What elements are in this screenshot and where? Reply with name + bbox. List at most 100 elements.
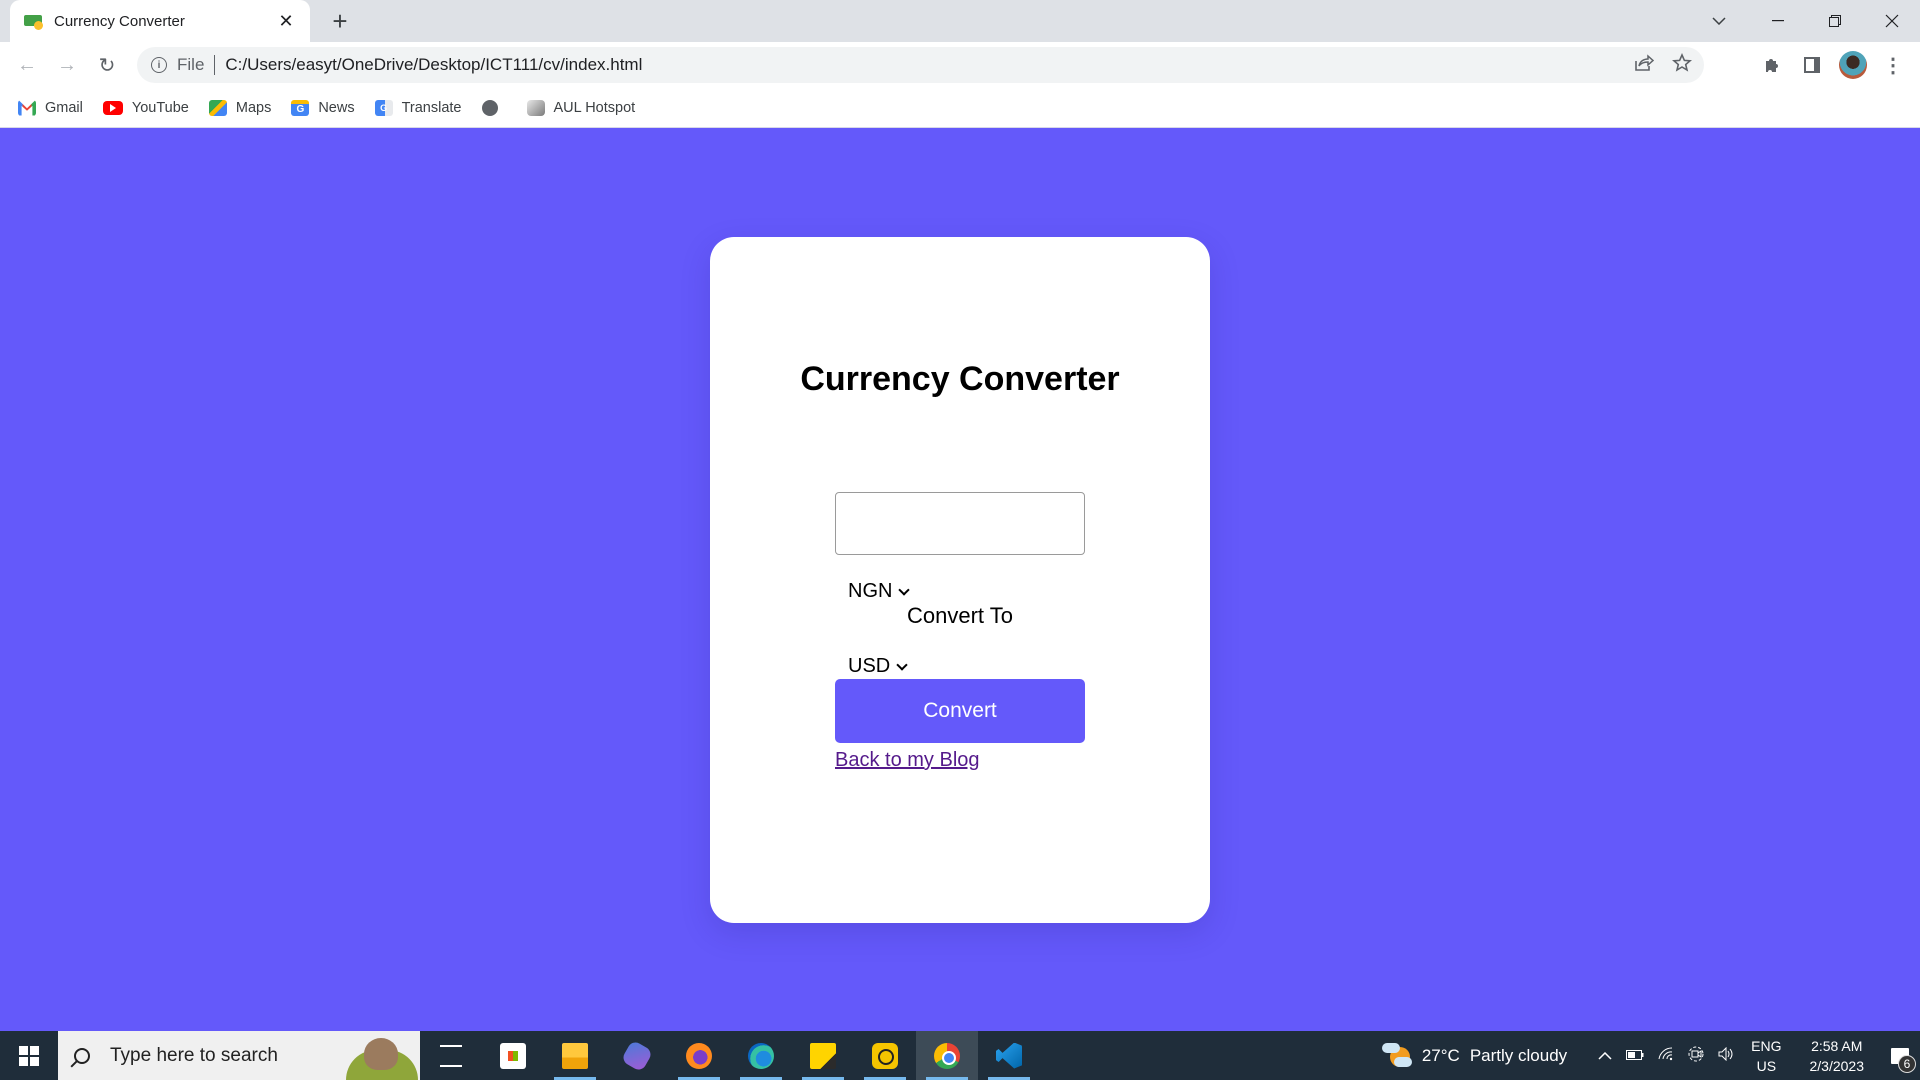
tab-title: Currency Converter	[54, 12, 185, 30]
weather-widget[interactable]: 27°C Partly cloudy	[1381, 1042, 1568, 1069]
youtube-icon	[102, 100, 123, 115]
bookmark-label: AUL Hotspot	[553, 99, 636, 116]
share-icon[interactable]	[1634, 53, 1655, 77]
hotspot-icon	[526, 99, 545, 116]
taskbar-ldplayer[interactable]	[854, 1031, 916, 1080]
taskbar-edge[interactable]	[730, 1031, 792, 1080]
clock-date: 2/3/2023	[1809, 1057, 1865, 1074]
wifi-icon[interactable]	[1658, 1046, 1674, 1065]
language-code: ENG	[1751, 1037, 1782, 1054]
bookmark-star-icon[interactable]	[1672, 52, 1692, 78]
chrome-icon	[934, 1042, 960, 1069]
search-highlight-mole-icon	[340, 1037, 420, 1080]
menu-kebab-icon[interactable]: ⋮	[1878, 50, 1908, 80]
taskbar-copilot[interactable]	[606, 1031, 668, 1080]
close-tab-icon[interactable]: ✕	[276, 11, 296, 32]
firefox-icon	[686, 1042, 712, 1069]
clock-time: 2:58 AM	[1811, 1037, 1863, 1054]
browser-toolbar: ← → ↻ i File C:/Users/easyt/OneDrive/Des…	[0, 42, 1920, 88]
profile-avatar[interactable]	[1838, 50, 1868, 80]
bookmark-label: News	[318, 99, 355, 116]
bookmarks-bar: Gmail YouTube Maps G News G Translate AU…	[0, 88, 1920, 128]
close-window-button[interactable]	[1863, 0, 1920, 42]
region-code: US	[1756, 1057, 1777, 1074]
page-title: Currency Converter	[800, 360, 1120, 398]
tab-currency-converter[interactable]: Currency Converter ✕	[10, 0, 310, 42]
tab-search-chevron-icon[interactable]	[1706, 8, 1732, 34]
address-bar[interactable]: i File C:/Users/easyt/OneDrive/Desktop/I…	[137, 47, 1704, 83]
notification-count-badge: 6	[1898, 1055, 1916, 1073]
search-icon	[74, 1047, 90, 1064]
taskbar-microsoft-store[interactable]	[482, 1031, 544, 1080]
input-language[interactable]: ENG US	[1751, 1036, 1781, 1076]
chevron-down-icon	[896, 658, 908, 671]
meet-now-camera-icon[interactable]	[1688, 1046, 1704, 1066]
side-panel-icon[interactable]	[1797, 50, 1827, 80]
battery-icon[interactable]	[1626, 1047, 1644, 1064]
maps-icon	[208, 99, 227, 116]
to-currency-select[interactable]: USD	[848, 655, 908, 678]
scheme-label: File	[177, 55, 205, 74]
url-text[interactable]: C:/Users/easyt/OneDrive/Desktop/ICT111/c…	[225, 55, 642, 75]
taskbar-vscode[interactable]	[978, 1031, 1040, 1080]
from-currency-value: NGN	[848, 580, 893, 602]
taskbar-search[interactable]: Type here to search	[58, 1031, 420, 1080]
convert-to-label: Convert To	[907, 603, 1013, 628]
windows-taskbar: Type here to search 27°C Partly cloudy E…	[0, 1031, 1920, 1080]
info-icon[interactable]: i	[151, 57, 167, 73]
taskbar-chrome[interactable]	[916, 1031, 978, 1080]
news-icon: G	[291, 99, 310, 116]
back-button[interactable]: ←	[12, 50, 42, 80]
bookmark-label: Maps	[235, 99, 272, 116]
copilot-icon	[620, 1039, 654, 1072]
to-currency-value: USD	[848, 655, 891, 677]
store-icon	[500, 1042, 526, 1069]
bookmark-aul-hotspot[interactable]: AUL Hotspot	[526, 99, 636, 116]
folder-icon	[562, 1042, 588, 1069]
new-tab-button[interactable]: +	[325, 6, 355, 36]
bookmark-label: Gmail	[45, 99, 83, 116]
taskbar-sticky-notes[interactable]	[792, 1031, 854, 1080]
bookmark-gmail[interactable]: Gmail	[18, 99, 83, 116]
start-button[interactable]	[0, 1031, 58, 1080]
gmail-icon	[18, 99, 36, 116]
weather-condition: Partly cloudy	[1469, 1045, 1568, 1065]
ldplayer-icon	[872, 1042, 898, 1069]
money-icon	[24, 13, 44, 30]
window-controls	[1749, 0, 1920, 42]
system-tray: 27°C Partly cloudy ENG US 2:58 AM 2/3/20…	[1381, 1031, 1920, 1080]
minimize-button[interactable]	[1749, 0, 1806, 42]
forward-button[interactable]: →	[52, 50, 82, 80]
notification-center-button[interactable]: 6	[1880, 1031, 1920, 1080]
taskbar-firefox[interactable]	[668, 1031, 730, 1080]
bookmark-label: YouTube	[131, 99, 189, 116]
edge-icon	[748, 1042, 774, 1069]
sticky-notes-icon	[810, 1042, 836, 1069]
from-currency-select[interactable]: NGN	[848, 580, 911, 603]
converter-card: Currency Converter NGN Convert To USD Co…	[710, 237, 1210, 923]
extensions-puzzle-icon[interactable]	[1757, 50, 1787, 80]
amount-input[interactable]	[835, 492, 1085, 555]
show-hidden-icons-chevron-icon[interactable]	[1598, 1047, 1612, 1064]
volume-icon[interactable]	[1718, 1046, 1736, 1065]
bookmark-globe[interactable]	[481, 99, 507, 116]
clock[interactable]: 2:58 AM 2/3/2023	[1810, 1036, 1865, 1076]
bookmark-maps[interactable]: Maps	[208, 99, 272, 116]
bookmark-label: Translate	[401, 99, 462, 116]
back-to-blog-link[interactable]: Back to my Blog	[835, 749, 980, 772]
taskbar-file-explorer[interactable]	[544, 1031, 606, 1080]
globe-icon	[481, 99, 498, 116]
bookmark-news[interactable]: G News	[291, 99, 355, 116]
partly-cloudy-night-icon	[1381, 1042, 1412, 1069]
vscode-icon	[996, 1042, 1022, 1069]
bookmark-translate[interactable]: G Translate	[374, 99, 462, 116]
tab-strip: Currency Converter ✕ +	[0, 0, 1920, 42]
taskbar-task-view[interactable]	[420, 1031, 482, 1080]
reload-button[interactable]: ↻	[92, 50, 122, 80]
bookmark-youtube[interactable]: YouTube	[102, 99, 189, 116]
page-viewport: Currency Converter NGN Convert To USD Co…	[0, 129, 1920, 1031]
convert-button[interactable]: Convert	[835, 679, 1085, 743]
translate-icon: G	[374, 99, 393, 116]
restore-button[interactable]	[1806, 0, 1863, 42]
windows-logo-icon	[19, 1045, 39, 1066]
